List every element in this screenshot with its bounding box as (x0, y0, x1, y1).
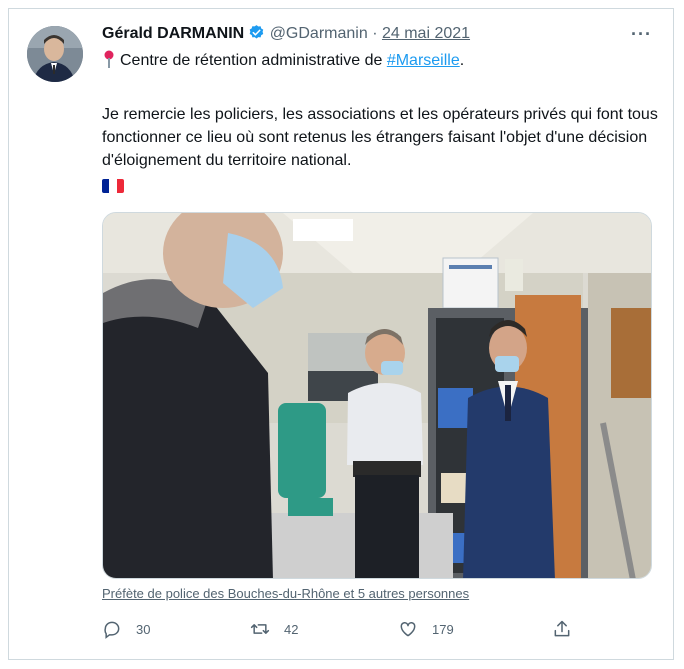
photo-scene (103, 213, 651, 578)
more-icon[interactable]: ··· (631, 24, 652, 45)
like-count: 179 (432, 621, 454, 637)
author-handle[interactable]: @GDarmanin (270, 25, 368, 42)
hashtag-link[interactable]: #Marseille (387, 52, 460, 69)
french-flag-icon (102, 179, 124, 193)
tweet-date[interactable]: 24 mai 2021 (382, 25, 470, 42)
tweet-photo[interactable] (102, 212, 652, 579)
action-bar: 30 42 179 (102, 619, 582, 643)
location-line: Centre de rétention administrative de #M… (102, 50, 464, 70)
reply-icon (104, 621, 120, 639)
author-name[interactable]: Gérald DARMANIN (102, 25, 244, 42)
photo-tag-link[interactable]: Préfète de police des Bouches-du-Rhône e… (102, 586, 469, 601)
tweet-header: Gérald DARMANIN @GDarmanin · 24 mai 2021 (102, 24, 470, 43)
avatar-photo (27, 26, 83, 82)
author-avatar[interactable] (27, 26, 83, 82)
like-icon (400, 621, 416, 637)
verified-badge-icon (248, 24, 265, 41)
header-separator: · (372, 25, 378, 42)
reply-button[interactable]: 30 (102, 619, 150, 639)
pin-icon (102, 50, 116, 68)
retweet-icon (250, 624, 270, 634)
location-text: Centre de rétention administrative de (120, 52, 387, 69)
retweet-button[interactable]: 42 (250, 619, 298, 639)
reply-count: 30 (136, 621, 151, 637)
retweet-count: 42 (284, 621, 299, 637)
location-suffix: . (459, 52, 465, 69)
tweet-body: Je remercie les policiers, les associati… (102, 106, 658, 169)
share-icon (554, 620, 570, 637)
like-button[interactable]: 179 (398, 619, 454, 639)
share-button[interactable] (552, 619, 586, 639)
